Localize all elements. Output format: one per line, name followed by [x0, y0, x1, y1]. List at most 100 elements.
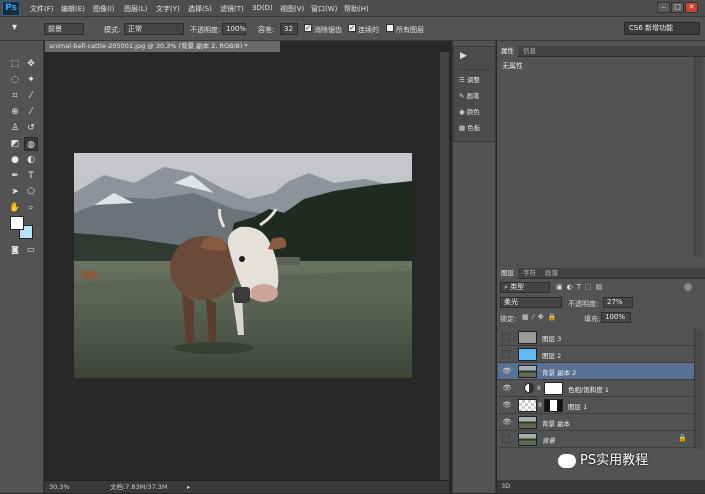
workspace-select[interactable]: CS6 新增功能	[624, 22, 700, 35]
hand-tool-icon[interactable]: ✋	[8, 201, 22, 215]
crop-tool-icon[interactable]: ⌗	[8, 89, 22, 103]
chain-link-icon[interactable]: 8	[538, 402, 542, 409]
tools-panel: ⬚ ✥ ◌ ✦ ⌗ ⁄ ⊕ ⁄ ♙ ↺ ◩ ◍ ● ◐ ✒ T ➤ ⬠ ✋ ⌕ …	[0, 41, 44, 493]
layers-scrollbar[interactable]	[694, 329, 703, 449]
tab-layers[interactable]: 图层	[497, 268, 518, 279]
eye-icon[interactable]: 👁	[502, 366, 512, 376]
chain-link-icon[interactable]: 8	[537, 385, 541, 392]
properties-tab-row: 属性 信息	[497, 46, 705, 57]
document-tab[interactable]: animal-bell-cattle-205001.jpg @ 30.3% (背…	[45, 41, 280, 52]
tab-info[interactable]: 信息	[519, 46, 540, 57]
layer-name: 图层 1	[568, 403, 588, 411]
blur-tool-icon[interactable]: ●	[8, 153, 22, 167]
layer-row-layer1[interactable]: 👁 8 图层 1	[498, 397, 694, 414]
screen-mode-icon[interactable]: ▭	[24, 243, 38, 257]
eye-icon[interactable]: 👁	[502, 400, 512, 410]
menu-edit[interactable]: 编辑(E)	[61, 4, 85, 14]
magic-wand-icon[interactable]: ✦	[24, 73, 38, 87]
dodge-tool-icon[interactable]: ◐	[24, 153, 38, 167]
menu-window[interactable]: 窗口(W)	[311, 4, 337, 14]
menu-view[interactable]: 视图(V)	[280, 4, 304, 14]
healing-brush-icon[interactable]: ⊕	[8, 105, 22, 119]
contiguous-checkbox[interactable]: ✓	[348, 24, 356, 32]
mini-panel-adjustments[interactable]: ☰ 调整	[459, 73, 495, 87]
photoshop-logo: Ps	[2, 1, 20, 16]
bottom-3d-tab[interactable]: 3D	[497, 480, 705, 493]
layer-row-hue-saturation[interactable]: 👁 8 色相/饱和度 1	[498, 380, 694, 397]
close-button[interactable]: ✕	[685, 2, 698, 13]
lasso-tool-icon[interactable]: ◌	[8, 73, 22, 87]
eyedropper-icon[interactable]: ⁄	[24, 89, 38, 103]
play-action-icon[interactable]: ▶	[460, 51, 467, 61]
filter-toggle-icon[interactable]	[684, 283, 692, 291]
paint-bucket-tool-icon[interactable]: ▾	[12, 22, 28, 36]
lock-label: 锁定:	[500, 315, 517, 323]
paint-bucket-icon[interactable]: ◍	[24, 137, 38, 151]
fill-label: 填充:	[584, 315, 601, 323]
mini-panel-color[interactable]: ◉ 颜色	[459, 105, 495, 119]
cow-photo-image	[74, 153, 412, 378]
menu-image[interactable]: 图像(I)	[93, 4, 115, 14]
fill-source-select[interactable]: 前景	[44, 23, 84, 35]
layer-row-layer3[interactable]: 图层 3	[498, 329, 694, 346]
mini-panel-swatches[interactable]: ▦ 色板	[459, 121, 495, 135]
layer-row-layer2[interactable]: 图层 2	[498, 346, 694, 363]
minimize-button[interactable]: –	[657, 2, 670, 13]
eraser-icon[interactable]: ◩	[8, 137, 22, 151]
canvas-scrollbar[interactable]	[440, 52, 449, 480]
mode-select[interactable]: 正常	[124, 23, 184, 35]
antialias-checkbox[interactable]: ✓	[304, 24, 312, 32]
menu-3d[interactable]: 3D(D)	[252, 4, 273, 12]
tab-paragraph[interactable]: 段落	[541, 268, 562, 279]
layer-opacity-input[interactable]: 27%	[603, 297, 633, 308]
layer-name: 图层 2	[542, 352, 562, 360]
layer-filter-icons[interactable]: ▣◐T⬚▤	[556, 283, 676, 293]
foreground-color-swatch[interactable]	[10, 216, 24, 230]
menu-layer[interactable]: 图层(L)	[124, 4, 147, 14]
clone-stamp-icon[interactable]: ♙	[8, 121, 22, 135]
blend-mode-select[interactable]: 柔光	[500, 297, 562, 308]
marquee-tool-icon[interactable]: ⬚	[8, 57, 22, 71]
layer-row-background-copy2[interactable]: 👁 背景 副本 2	[498, 363, 694, 380]
move-tool-icon[interactable]: ✥	[24, 57, 38, 71]
mini-panel-brushes[interactable]: ✎ 画笔	[459, 89, 495, 103]
all-layers-checkbox[interactable]	[386, 24, 394, 32]
visibility-toggle-empty[interactable]	[502, 333, 510, 341]
menu-filter[interactable]: 滤镜(T)	[220, 4, 244, 14]
zoom-tool-icon[interactable]: ⌕	[24, 201, 38, 215]
layer-name: 背景 副本 2	[542, 369, 577, 377]
menu-select[interactable]: 选择(S)	[188, 4, 212, 14]
adjustments-icon: ☰	[459, 76, 467, 84]
menu-help[interactable]: 帮助(H)	[344, 4, 369, 14]
restore-button[interactable]: □	[671, 2, 684, 13]
visibility-toggle-empty[interactable]	[502, 435, 510, 443]
eye-icon[interactable]: 👁	[502, 417, 512, 427]
quick-mask-icon[interactable]: ◙	[8, 243, 22, 257]
opacity-input[interactable]: 100%	[222, 23, 246, 35]
history-brush-icon[interactable]: ↺	[24, 121, 38, 135]
tab-character[interactable]: 字符	[519, 268, 540, 279]
layer-mask-thumbnail	[544, 382, 563, 395]
wechat-icon	[558, 453, 576, 468]
layer-row-background[interactable]: 背景 🔒	[498, 431, 694, 448]
menu-type[interactable]: 文字(Y)	[156, 4, 180, 14]
brush-tool-icon[interactable]: ⁄	[24, 105, 38, 119]
layer-mask-thumbnail	[544, 399, 563, 412]
visibility-toggle-empty[interactable]	[502, 350, 510, 358]
layer-row-background-copy[interactable]: 👁 背景 副本	[498, 414, 694, 431]
status-arrow-icon[interactable]: ▸	[187, 481, 190, 494]
tab-properties[interactable]: 属性	[497, 46, 518, 57]
eye-icon[interactable]: 👁	[502, 383, 512, 393]
layer-filter-select[interactable]: ⌕ 类型	[500, 282, 550, 293]
properties-scrollbar[interactable]	[694, 57, 703, 257]
menu-file[interactable]: 文件(F)	[30, 4, 54, 14]
path-selection-icon[interactable]: ➤	[8, 185, 22, 199]
pen-tool-icon[interactable]: ✒	[8, 169, 22, 183]
zoom-level[interactable]: 30.3%	[49, 481, 70, 494]
fill-input[interactable]: 100%	[601, 312, 631, 323]
tolerance-input[interactable]: 32	[280, 23, 298, 35]
lock-options-icons[interactable]: ▦⁄✥🔒	[522, 313, 560, 321]
type-tool-icon[interactable]: T	[24, 169, 38, 183]
contiguous-label: 连续的	[358, 26, 379, 34]
shape-tool-icon[interactable]: ⬠	[24, 185, 38, 199]
